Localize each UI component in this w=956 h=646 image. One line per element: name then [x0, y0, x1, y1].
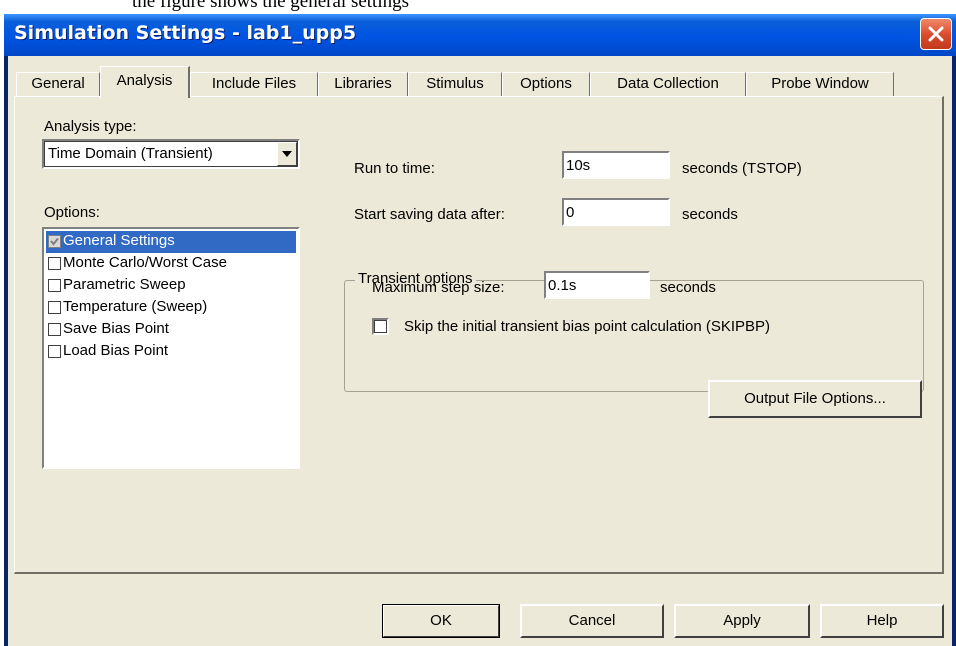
output-file-options-button[interactable]: Output File Options...	[708, 380, 922, 418]
max-step-unit: seconds	[660, 279, 716, 296]
options-label: Options:	[44, 204, 100, 221]
checkbox-icon	[48, 323, 61, 336]
checkbox-icon	[48, 257, 61, 270]
dialog-client-area: General Analysis Include Files Libraries…	[8, 56, 952, 646]
cancel-button[interactable]: Cancel	[520, 604, 664, 638]
max-step-input[interactable]	[548, 274, 644, 296]
list-item[interactable]: Load Bias Point	[46, 341, 296, 363]
background-caption: the figure shows the general settings	[0, 0, 956, 14]
checkbox-icon	[48, 301, 61, 314]
run-to-time-input[interactable]	[566, 154, 664, 176]
list-item[interactable]: Save Bias Point	[46, 319, 296, 341]
option-general-settings-label: General Settings	[63, 232, 175, 249]
checkbox-icon	[48, 345, 61, 358]
start-saving-input[interactable]	[566, 201, 664, 223]
list-item[interactable]: Parametric Sweep	[46, 275, 296, 297]
option-monte-carlo-label: Monte Carlo/Worst Case	[63, 254, 227, 271]
chevron-down-icon	[282, 151, 292, 157]
max-step-field[interactable]	[544, 271, 650, 299]
analysis-type-label: Analysis type:	[44, 118, 137, 135]
tab-libraries[interactable]: Libraries	[318, 72, 408, 96]
start-saving-unit: seconds	[682, 206, 738, 223]
tab-probe-window[interactable]: Probe Window	[746, 72, 894, 96]
analysis-type-value: Time Domain (Transient)	[48, 145, 213, 162]
title-bar[interactable]: Simulation Settings - lab1_upp5	[4, 14, 956, 56]
ok-button[interactable]: OK	[382, 604, 500, 638]
list-item[interactable]: Monte Carlo/Worst Case	[46, 253, 296, 275]
help-button[interactable]: Help	[820, 604, 944, 638]
tab-data-collection[interactable]: Data Collection	[590, 72, 746, 96]
tab-analysis[interactable]: Analysis	[100, 66, 190, 98]
skip-bias-checkbox[interactable]	[372, 318, 389, 335]
skip-bias-label: Skip the initial transient bias point ca…	[404, 318, 771, 335]
analysis-type-select[interactable]: Time Domain (Transient)	[42, 139, 300, 169]
start-saving-field[interactable]	[562, 198, 670, 226]
options-list[interactable]: General Settings Monte Carlo/Worst Case …	[42, 227, 300, 469]
run-to-time-field[interactable]	[562, 151, 670, 179]
run-to-time-label: Run to time:	[354, 160, 435, 177]
simulation-settings-dialog: Simulation Settings - lab1_upp5 General …	[4, 14, 956, 646]
checkbox-icon	[48, 279, 61, 292]
background-caption-text: the figure shows the general settings	[132, 0, 410, 12]
tab-stimulus[interactable]: Stimulus	[408, 72, 502, 96]
close-button[interactable]	[920, 18, 952, 50]
start-saving-label: Start saving data after:	[354, 206, 505, 223]
option-temperature-sweep-label: Temperature (Sweep)	[63, 298, 208, 315]
tab-options[interactable]: Options	[502, 72, 590, 96]
tab-general[interactable]: General	[16, 72, 100, 96]
option-save-bias-point-label: Save Bias Point	[63, 320, 169, 337]
close-x-icon	[928, 26, 944, 42]
window-title: Simulation Settings - lab1_upp5	[14, 22, 357, 44]
max-step-label: Maximum step size:	[372, 279, 505, 296]
option-load-bias-point-label: Load Bias Point	[63, 342, 169, 359]
apply-button[interactable]: Apply	[674, 604, 810, 638]
list-item[interactable]: Temperature (Sweep)	[46, 297, 296, 319]
tab-strip: General Analysis Include Files Libraries…	[12, 66, 948, 98]
option-parametric-sweep-label: Parametric Sweep	[63, 276, 186, 293]
analysis-type-dropdown-button[interactable]	[277, 142, 297, 166]
checkbox-checked-icon	[48, 235, 61, 248]
tab-include-files[interactable]: Include Files	[190, 72, 318, 96]
run-to-time-unit: seconds (TSTOP)	[682, 160, 802, 177]
list-item[interactable]: General Settings	[46, 231, 296, 253]
